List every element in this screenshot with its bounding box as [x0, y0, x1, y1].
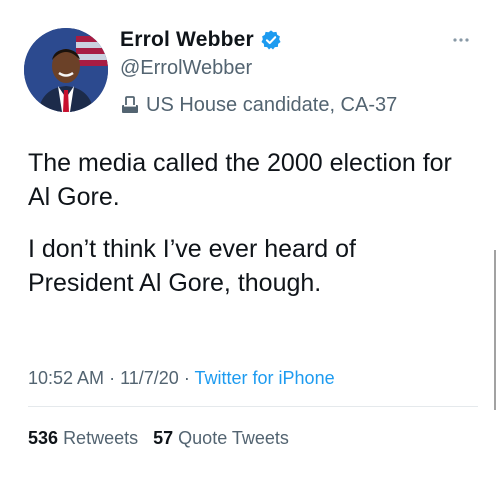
tweet-paragraph: I don’t think I’ve ever heard of Preside… [28, 235, 356, 297]
scrollbar[interactable] [494, 250, 496, 410]
tweet-source-link[interactable]: Twitter for iPhone [195, 368, 335, 388]
quote-tweets-stat[interactable]: 57 Quote Tweets [153, 428, 289, 448]
meta-separator: · [183, 368, 190, 388]
ballot-box-icon [120, 95, 140, 115]
tweet-paragraph: The media called the 2000 election for A… [28, 149, 452, 211]
retweets-label: Retweets [63, 428, 139, 448]
author-label: US House candidate, CA-37 [146, 93, 398, 116]
tweet-text: The media called the 2000 election for A… [28, 146, 468, 318]
tweet-date[interactable]: 11/7/20 [120, 368, 179, 388]
author-label-row: US House candidate, CA-37 [120, 92, 450, 118]
verified-badge-icon [260, 29, 282, 51]
retweets-count: 536 [28, 428, 59, 448]
tweet-stats: 536 Retweets 57 Quote Tweets [28, 428, 289, 449]
retweets-stat[interactable]: 536 Retweets [28, 428, 138, 448]
quote-tweets-label: Quote Tweets [178, 428, 289, 448]
tweet-header: Errol Webber @ErrolWebber US House candi… [120, 26, 450, 118]
tweet-meta: 10:52 AM · 11/7/20 · Twitter for iPhone [28, 368, 335, 389]
avatar-image [24, 28, 108, 112]
meta-separator: · [109, 368, 116, 388]
more-dots-icon[interactable] [452, 30, 470, 42]
tweet-card: Errol Webber @ErrolWebber US House candi… [0, 0, 500, 480]
author-display-name[interactable]: Errol Webber [120, 28, 254, 52]
tweet-time[interactable]: 10:52 AM [28, 368, 104, 388]
author-name-row: Errol Webber [120, 26, 450, 54]
author-handle[interactable]: @ErrolWebber [120, 57, 450, 83]
quote-tweets-count: 57 [153, 428, 174, 448]
divider [28, 406, 478, 407]
avatar[interactable] [24, 28, 108, 112]
